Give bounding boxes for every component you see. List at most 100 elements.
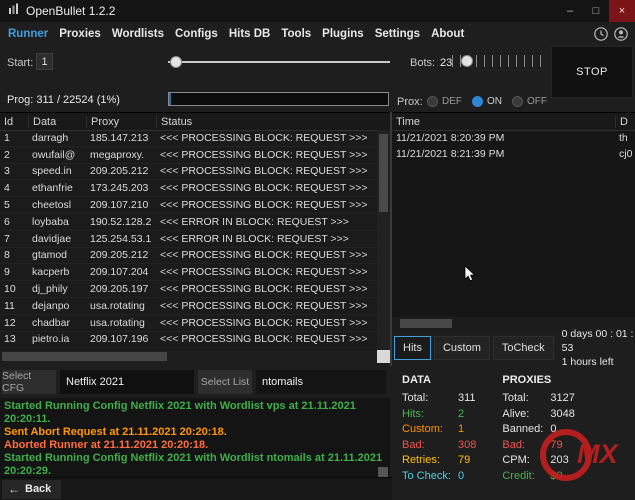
results-row[interactable]: 12chadbarusa.rotating<<< PROCESSING BLOC…: [0, 315, 377, 332]
results-row[interactable]: 5cheetosl209.107.210<<< PROCESSING BLOCK…: [0, 197, 377, 214]
cell-proxy: 209.205.197: [86, 283, 156, 295]
progress-fill: [169, 93, 171, 105]
vscrollbar-thumb[interactable]: [379, 134, 388, 212]
col-id[interactable]: Id: [0, 116, 28, 128]
cell-data: gtamod: [28, 249, 86, 261]
results-row[interactable]: 3speed.in209.205.212<<< PROCESSING BLOCK…: [0, 164, 377, 181]
cell-proxy: 209.107.210: [86, 199, 156, 211]
maximize-button[interactable]: □: [583, 0, 609, 22]
menu-item-about[interactable]: About: [431, 28, 464, 40]
config-bar: Select CFG Netflix 2021 Select List ntom…: [0, 366, 392, 398]
prox-option-def[interactable]: DEF: [427, 96, 462, 107]
hits-hscrollbar-thumb[interactable]: [400, 319, 452, 328]
log-area: Started Running Config Netflix 2021 with…: [0, 398, 390, 477]
stat-value: 1: [458, 422, 464, 438]
cell-proxy: 209.205.212: [86, 165, 156, 177]
select-list-button[interactable]: Select List: [198, 370, 252, 394]
stat-label: Retries:: [402, 453, 458, 469]
results-row[interactable]: 7davidjae125.254.53.1<<< ERROR IN BLOCK:…: [0, 231, 377, 248]
select-cfg-button[interactable]: Select CFG: [2, 370, 56, 394]
cell-id: 12: [0, 317, 28, 329]
results-row[interactable]: 6loybaba190.52.128.2<<< ERROR IN BLOCK: …: [0, 214, 377, 231]
stop-button[interactable]: STOP: [551, 46, 633, 98]
runner-timer: 0 days 00 : 01 : 53 1 hours left: [562, 327, 635, 369]
menu-item-settings[interactable]: Settings: [375, 28, 420, 40]
cell-id: 3: [0, 165, 28, 177]
results-row[interactable]: 10dj_phily209.205.197<<< PROCESSING BLOC…: [0, 281, 377, 298]
col-hits-data[interactable]: D: [615, 116, 635, 128]
progress-label: Prog: 311 / 22524 (1%): [7, 94, 120, 106]
user-icon[interactable]: [613, 26, 629, 42]
wordlist-name-field[interactable]: ntomails: [256, 370, 386, 394]
hscrollbar-thumb[interactable]: [2, 352, 167, 361]
close-button[interactable]: ×: [609, 0, 635, 22]
menu-item-tools[interactable]: Tools: [281, 28, 311, 40]
cell-data: chadbar: [28, 317, 86, 329]
log-line: Sent Abort Request at 21.11.2021 20:20:1…: [4, 426, 386, 439]
results-row[interactable]: 1darragh185.147.213<<< PROCESSING BLOCK:…: [0, 130, 377, 147]
results-row[interactable]: 13pietro.ia209.107.196<<< PROCESSING BLO…: [0, 332, 377, 349]
start-slider[interactable]: [168, 56, 390, 68]
prox-option-label: ON: [487, 96, 502, 107]
bots-slider-thumb[interactable]: [461, 55, 473, 67]
cell-time: 11/21/2021 8:20:39 PM: [392, 132, 615, 144]
stat-label: To Check:: [402, 469, 458, 485]
hits-row[interactable]: 11/21/2021 8:21:39 PMcj0: [392, 146, 635, 162]
back-button[interactable]: ← Back: [2, 480, 61, 499]
stats-group-proxies: PROXIESTotal:3127Alive:3048Banned:0Bad:7…: [502, 374, 574, 500]
hits-row[interactable]: 11/21/2021 8:20:39 PMth: [392, 130, 635, 146]
col-proxy[interactable]: Proxy: [86, 116, 156, 128]
back-arrow-icon: ←: [8, 482, 20, 496]
results-row[interactable]: 2owufail@megaproxy.<<< PROCESSING BLOCK:…: [0, 147, 377, 164]
cell-proxy: 173.245.203: [86, 182, 156, 194]
cell-status: <<< PROCESSING BLOCK: REQUEST >>>: [156, 165, 377, 177]
start-slider-thumb[interactable]: [170, 56, 182, 68]
hits-table-body: 11/21/2021 8:20:39 PMth11/21/2021 8:21:3…: [392, 130, 635, 317]
results-vscrollbar[interactable]: [377, 130, 390, 350]
cell-time: 11/21/2021 8:21:39 PM: [392, 148, 615, 160]
results-row[interactable]: 4ethanfrie173.245.203<<< PROCESSING BLOC…: [0, 180, 377, 197]
prox-label: Prox:: [397, 96, 423, 108]
cell-data: kacperb: [28, 266, 86, 278]
results-row[interactable]: 9kacperb209.107.204<<< PROCESSING BLOCK:…: [0, 264, 377, 281]
menu-item-configs[interactable]: Configs: [175, 28, 218, 40]
menu-item-runner[interactable]: Runner: [8, 28, 48, 40]
results-header: Id Data Proxy Status: [0, 113, 390, 131]
prox-option-off[interactable]: OFF: [512, 96, 547, 107]
prox-option-on[interactable]: ON: [472, 96, 502, 107]
history-icon[interactable]: [593, 26, 609, 42]
bots-slider[interactable]: [452, 52, 544, 70]
cell-status: <<< PROCESSING BLOCK: REQUEST >>>: [156, 333, 377, 345]
stat-alive: Alive:3048: [502, 407, 574, 423]
col-time[interactable]: Time: [392, 116, 615, 128]
cell-data: dejanpo: [28, 300, 86, 312]
menu-item-proxies[interactable]: Proxies: [59, 28, 101, 40]
tab-tocheck[interactable]: ToCheck: [493, 336, 554, 360]
config-name-field[interactable]: Netflix 2021: [60, 370, 194, 394]
results-hscrollbar[interactable]: [0, 350, 377, 363]
cell-status: <<< ERROR IN BLOCK: REQUEST >>>: [156, 216, 377, 228]
tab-hits[interactable]: Hits: [394, 336, 431, 360]
col-status[interactable]: Status: [156, 116, 390, 128]
menu-item-hits-db[interactable]: Hits DB: [229, 28, 271, 40]
results-row[interactable]: 8gtamod209.205.212<<< PROCESSING BLOCK: …: [0, 248, 377, 265]
menu-item-wordlists[interactable]: Wordlists: [112, 28, 164, 40]
cell-data: dj_phily: [28, 283, 86, 295]
stat-label: Bad:: [502, 438, 550, 454]
minimize-button[interactable]: –: [557, 0, 583, 22]
results-panel: Id Data Proxy Status 1darragh185.147.213…: [0, 112, 390, 363]
col-data[interactable]: Data: [28, 116, 86, 128]
stat-tocheck: To Check:0: [402, 469, 476, 485]
menu-item-plugins[interactable]: Plugins: [322, 28, 364, 40]
cell-proxy: 185.147.213: [86, 132, 156, 144]
back-label: Back: [25, 483, 51, 495]
log-scrollbar-thumb[interactable]: [378, 467, 388, 477]
tab-custom[interactable]: Custom: [434, 336, 490, 360]
cell-hits-data: cj0: [615, 148, 635, 160]
results-row[interactable]: 11dejanpousa.rotating<<< PROCESSING BLOC…: [0, 298, 377, 315]
stat-value: 2: [458, 407, 464, 423]
stat-total: Total:3127: [502, 391, 574, 407]
cell-proxy: megaproxy.: [86, 149, 156, 161]
hits-tabs-row: HitsCustomToCheck 0 days 00 : 01 : 53 1 …: [392, 330, 635, 366]
start-input[interactable]: 1: [36, 53, 53, 70]
